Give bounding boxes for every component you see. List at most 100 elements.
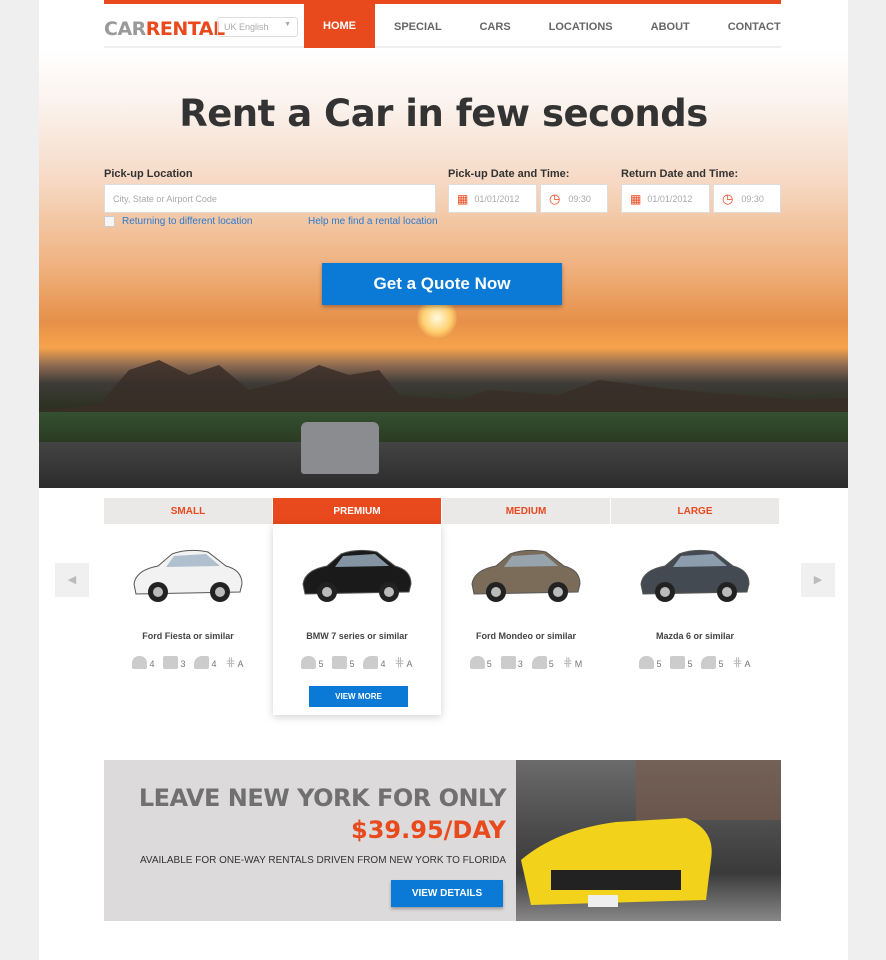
transmission-type: A — [237, 659, 244, 669]
transmission-type: M — [574, 659, 583, 669]
logo-part-car: CAR — [104, 18, 146, 40]
car-name: Ford Mondeo or similar — [475, 631, 576, 641]
view-details-button[interactable]: VIEW DETAILS — [391, 880, 503, 907]
pickup-location-label: Pick-up Location — [104, 168, 193, 180]
car-name: Mazda 6 or similar — [655, 631, 735, 641]
transmission-type: A — [406, 659, 413, 669]
calendar-icon: ▦ — [457, 191, 469, 206]
car-image — [302, 549, 412, 602]
help-find-location-link[interactable]: Help me find a rental location — [308, 216, 438, 227]
language-value: UK English — [224, 22, 269, 32]
return-datetime-label: Return Date and Time: — [621, 168, 739, 180]
promo-title: LEAVE NEW YORK FOR ONLY — [138, 784, 507, 812]
page: CARRENTAL UK English ▼ HOME SPECIAL OFFER… — [39, 0, 848, 960]
gearbox-icon: ⋕ — [225, 655, 236, 669]
get-quote-button[interactable]: Get a Quote Now — [322, 263, 562, 305]
car-image — [471, 549, 581, 602]
door-icon — [531, 656, 547, 669]
language-select[interactable]: UK English ▼ — [217, 17, 298, 37]
passenger-icon — [469, 656, 485, 669]
pickup-location-input[interactable]: City, State or Airport Code — [104, 184, 436, 213]
gearbox-icon: ⋕ — [732, 655, 743, 669]
luggage-icon — [163, 656, 179, 669]
nav-home[interactable]: HOME — [304, 0, 375, 48]
car-image — [133, 549, 243, 602]
doors-count: 4 — [211, 659, 217, 669]
nav-locations[interactable]: LOCATIONS — [530, 4, 632, 48]
logo-part-rental: RENTAL — [145, 18, 225, 40]
luggage-count: 3 — [517, 659, 523, 669]
pickup-date-input[interactable]: ▦ 01/01/2012 — [448, 184, 537, 213]
pickup-time-input[interactable]: ◷ 09:30 — [540, 184, 608, 213]
return-time-input[interactable]: ◷ 09:30 — [713, 184, 781, 213]
pickup-datetime-label: Pick-up Date and Time: — [448, 168, 570, 180]
clock-icon: ◷ — [722, 190, 734, 206]
door-icon — [363, 656, 379, 669]
passengers-count: 5 — [318, 659, 324, 669]
car-specs: 5 3 5 ⋕ M — [442, 655, 610, 669]
logo[interactable]: CARRENTAL — [104, 18, 225, 40]
return-date-value: 01/01/2012 — [647, 193, 693, 204]
promo-subtitle: AVAILABLE FOR ONE-WAY RENTALS DRIVEN FRO… — [140, 855, 506, 866]
doors-count: 5 — [718, 659, 724, 669]
nav-about[interactable]: ABOUT — [632, 4, 709, 48]
returning-different-location-label[interactable]: Returning to different location — [122, 216, 252, 227]
car-category-tab-premium[interactable]: PREMIUM — [273, 498, 441, 524]
calendar-icon: ▦ — [630, 191, 642, 206]
passenger-icon — [132, 656, 148, 669]
tree-silhouette-image — [39, 360, 848, 420]
car-image — [640, 549, 750, 602]
passengers-count: 5 — [486, 659, 492, 669]
field-image — [39, 412, 848, 444]
car-card[interactable]: Ford Fiesta or similar 4 3 4 ⋕ A — [104, 524, 272, 694]
hero-title: Rent a Car in few seconds — [179, 92, 708, 135]
returning-checkbox[interactable] — [104, 216, 115, 227]
car-specs: 5 5 4 ⋕ A — [273, 655, 441, 669]
luggage-icon — [670, 656, 686, 669]
car-category-tab-large[interactable]: LARGE — [611, 498, 779, 524]
doors-count: 5 — [548, 659, 554, 669]
promo-price: $39.95/DAY — [351, 816, 506, 844]
passengers-count: 5 — [656, 659, 662, 669]
door-icon — [194, 656, 210, 669]
passengers-count: 4 — [149, 659, 155, 669]
carousel-prev-arrow[interactable]: ◀ — [55, 563, 89, 597]
luggage-count: 5 — [349, 659, 355, 669]
nav-cars[interactable]: CARS — [460, 4, 529, 48]
clock-icon: ◷ — [549, 190, 561, 206]
car-name: BMW 7 series or similar — [306, 631, 408, 641]
return-time-value: 09:30 — [741, 193, 764, 204]
road-image — [39, 442, 848, 488]
passenger-icon — [301, 656, 317, 669]
car-category-tab-small[interactable]: SMALL — [104, 498, 272, 524]
car-name: Ford Fiesta or similar — [142, 631, 234, 641]
promo-banner: LEAVE NEW YORK FOR ONLY $39.95/DAY AVAIL… — [104, 760, 781, 921]
nav-special-offers[interactable]: SPECIAL OFFERS — [375, 4, 460, 79]
car-card[interactable]: Ford Mondeo or similar 5 3 5 ⋕ M — [442, 524, 610, 694]
car-card[interactable]: Mazda 6 or similar 5 5 5 ⋕ A — [611, 524, 779, 694]
promo-car-image — [516, 760, 781, 921]
luggage-count: 5 — [687, 659, 693, 669]
header-nav: CARRENTAL UK English ▼ HOME SPECIAL OFFER… — [104, 0, 781, 79]
chevron-down-icon: ▼ — [284, 21, 291, 28]
passenger-icon — [639, 656, 655, 669]
return-date-input[interactable]: ▦ 01/01/2012 — [621, 184, 710, 213]
hero-section: Rent a Car in few seconds Pick-up Locati… — [39, 50, 848, 488]
pickup-date-value: 01/01/2012 — [474, 193, 520, 204]
luggage-icon — [332, 656, 348, 669]
view-more-button[interactable]: VIEW MORE — [309, 686, 408, 707]
luggage-icon — [500, 656, 516, 669]
car-specs: 4 3 4 ⋕ A — [104, 655, 272, 669]
pickup-time-value: 09:30 — [568, 193, 591, 204]
gearbox-icon: ⋕ — [562, 655, 573, 669]
transmission-type: A — [744, 659, 751, 669]
door-icon — [701, 656, 717, 669]
car-category-tab-medium[interactable]: MEDIUM — [442, 498, 610, 524]
car-specs: 5 5 5 ⋕ A — [611, 655, 779, 669]
nav-contact[interactable]: CONTACT — [709, 4, 800, 48]
road-car-image — [301, 422, 379, 474]
car-card[interactable]: BMW 7 series or similar 5 5 4 ⋕ A VIEW MO… — [273, 524, 441, 715]
main-menu: HOME SPECIAL OFFERS CARS LOCATIONS ABOUT… — [304, 0, 800, 79]
doors-count: 4 — [380, 659, 386, 669]
carousel-next-arrow[interactable]: ▶ — [801, 563, 835, 597]
